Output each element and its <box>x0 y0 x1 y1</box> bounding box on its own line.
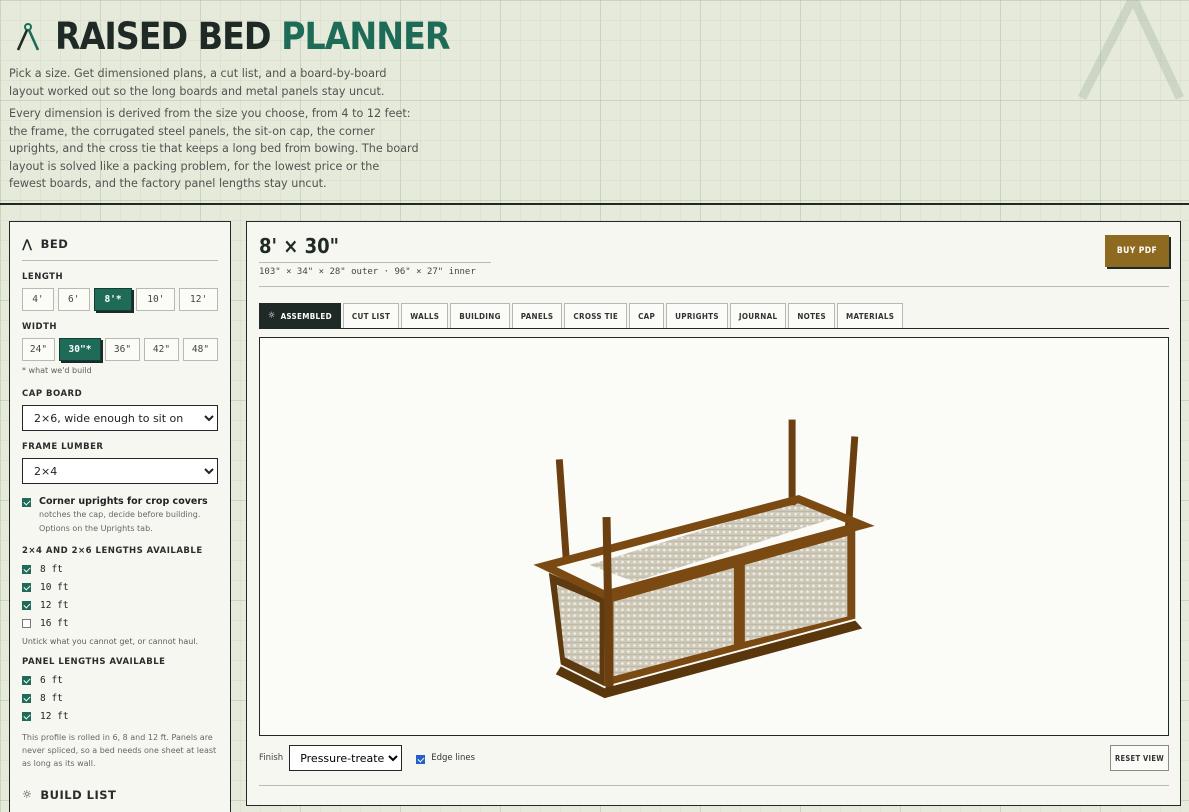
cap-board-select[interactable]: 2×6, wide enough to sit on <box>22 405 218 431</box>
tab-materials[interactable]: MATERIALS <box>837 303 904 328</box>
panel-6-checkbox[interactable] <box>22 675 31 685</box>
panel-length-item[interactable]: 6 ft <box>22 671 218 689</box>
width-option-42[interactable]: 42" <box>144 338 179 361</box>
divider <box>259 785 1169 786</box>
compass-watermark-icon <box>1077 0 1185 101</box>
lumber-length-label: 16 ft <box>40 617 69 629</box>
width-note: * what we'd build <box>22 366 92 375</box>
width-option-30[interactable]: 30"* <box>59 338 101 361</box>
compass-icon: ⋀ <box>22 237 33 251</box>
lumber-16-checkbox[interactable] <box>22 618 31 628</box>
lumber-12-checkbox[interactable] <box>22 600 31 610</box>
bed-dimensions: 103" × 34" × 28" outer · 96" × 27" inner <box>259 262 491 277</box>
lumber-8-checkbox[interactable] <box>22 564 31 574</box>
panel-length-item[interactable]: 8 ft <box>22 689 218 707</box>
divider <box>259 286 1169 287</box>
length-label: LENGTH <box>22 272 64 282</box>
panel-length-label: 8 ft <box>40 692 63 704</box>
page-title: RAISED BED PLANNER <box>55 14 451 60</box>
build-list-label: BUILD LIST <box>40 787 117 802</box>
bed-heading-label: BED <box>40 237 69 251</box>
panel-lengths-label: PANEL LENGTHS AVAILABLE <box>22 657 166 667</box>
panel-12-checkbox[interactable] <box>22 711 31 721</box>
viewer-controls: Finish Pressure-treated Edge lines RESET… <box>259 743 1169 773</box>
uprights-subtext: notches the cap, decide before building.… <box>39 510 201 533</box>
edge-lines-label: Edge lines <box>431 753 476 763</box>
lumber-lengths-list: 8 ft 10 ft 12 ft 16 ft <box>22 560 218 632</box>
panel-8-checkbox[interactable] <box>22 693 31 703</box>
panel-length-item[interactable]: 12 ft <box>22 707 218 725</box>
lumber-length-item[interactable]: 16 ft <box>22 614 218 632</box>
length-option-10[interactable]: 10' <box>136 288 176 311</box>
lumber-lengths-label: 2×4 AND 2×6 LENGTHS AVAILABLE <box>22 546 203 556</box>
raised-bed-3d-render[interactable] <box>260 338 1168 735</box>
sun-icon: ☼ <box>22 788 33 801</box>
panel-note: This profile is rolled in 6, 8 and 12 ft… <box>22 733 217 768</box>
tab-building[interactable]: BUILDING <box>450 303 510 328</box>
title-part-2: PLANNER <box>281 15 450 58</box>
compass-logo-icon <box>16 23 40 51</box>
bed-size-title: 8' × 30" <box>259 234 340 258</box>
uprights-option[interactable]: Corner uprights for crop covers notches … <box>22 496 218 535</box>
width-option-36[interactable]: 36" <box>105 338 140 361</box>
lumber-length-item[interactable]: 12 ft <box>22 596 218 614</box>
lumber-length-item[interactable]: 10 ft <box>22 578 218 596</box>
3d-viewer[interactable] <box>259 337 1169 736</box>
page-header: RAISED BED PLANNER Pick a size. Get dime… <box>0 0 1189 205</box>
uprights-title: Corner uprights for crop covers <box>39 496 208 507</box>
lumber-10-checkbox[interactable] <box>22 582 31 592</box>
tab-walls[interactable]: WALLS <box>401 303 449 328</box>
view-tabs: ☼ ASSEMBLED CUT LIST WALLS BUILDING PANEL… <box>259 303 1169 329</box>
width-options: 24" 30"* 36" 42" 48" <box>22 338 218 361</box>
length-option-6[interactable]: 6' <box>57 288 90 311</box>
width-label: WIDTH <box>22 322 58 332</box>
reset-view-button[interactable]: RESET VIEW <box>1110 745 1169 771</box>
tab-label: ASSEMBLED <box>280 311 332 321</box>
tab-cut-list[interactable]: CUT LIST <box>342 303 400 328</box>
tab-assembled[interactable]: ☼ ASSEMBLED <box>259 303 341 328</box>
tab-journal[interactable]: JOURNAL <box>729 303 787 328</box>
lumber-length-label: 8 ft <box>40 563 63 575</box>
length-option-8[interactable]: 8'* <box>93 288 133 311</box>
panel-lengths-list: 6 ft 8 ft 12 ft <box>22 671 218 725</box>
width-option-24[interactable]: 24" <box>22 338 55 361</box>
length-options: 4' 6' 8'* 10' 12' <box>22 288 218 311</box>
tab-panels[interactable]: PANELS <box>511 303 563 328</box>
sun-icon: ☼ <box>268 311 276 321</box>
finish-label: Finish <box>259 753 284 763</box>
width-option-48[interactable]: 48" <box>183 338 218 361</box>
intro-paragraph-1: Pick a size. Get dimensioned plans, a cu… <box>9 67 387 98</box>
title-part-1: RAISED BED <box>55 15 271 58</box>
bed-section-heading: ⋀ BED <box>22 234 218 261</box>
length-option-12[interactable]: 12' <box>179 288 218 311</box>
finish-select[interactable]: Pressure-treated <box>289 745 403 771</box>
frame-lumber-label: FRAME LUMBER <box>22 442 104 452</box>
edge-lines-checkbox[interactable] <box>416 754 426 764</box>
build-list-heading[interactable]: ☼ BUILD LIST <box>22 784 218 811</box>
buy-pdf-button[interactable]: BUY PDF <box>1105 235 1169 267</box>
tab-notes[interactable]: NOTES <box>788 303 835 328</box>
lumber-length-item[interactable]: 8 ft <box>22 560 218 578</box>
main-panel: 8' × 30" 103" × 34" × 28" outer · 96" × … <box>246 221 1181 806</box>
panel-length-label: 6 ft <box>40 674 63 686</box>
frame-lumber-select[interactable]: 2×4 <box>22 458 218 484</box>
sidebar: ⋀ BED LENGTH 4' 6' 8'* 10' 12' WIDTH 24"… <box>9 221 231 812</box>
tab-cross-tie[interactable]: CROSS TIE <box>564 303 628 328</box>
lumber-note: Untick what you cannot get, or cannot ha… <box>22 637 199 646</box>
tab-cap[interactable]: CAP <box>629 303 665 328</box>
tab-uprights[interactable]: UPRIGHTS <box>666 303 728 328</box>
lumber-length-label: 12 ft <box>40 599 69 611</box>
cap-board-label: CAP BOARD <box>22 389 83 399</box>
lumber-length-label: 10 ft <box>40 581 69 593</box>
length-option-4[interactable]: 4' <box>22 288 54 311</box>
edge-lines-toggle[interactable]: Edge lines <box>416 753 475 764</box>
panel-length-label: 12 ft <box>40 710 69 722</box>
intro-paragraph-2: Every dimension is derived from the size… <box>9 107 419 190</box>
uprights-checkbox[interactable] <box>22 498 31 507</box>
